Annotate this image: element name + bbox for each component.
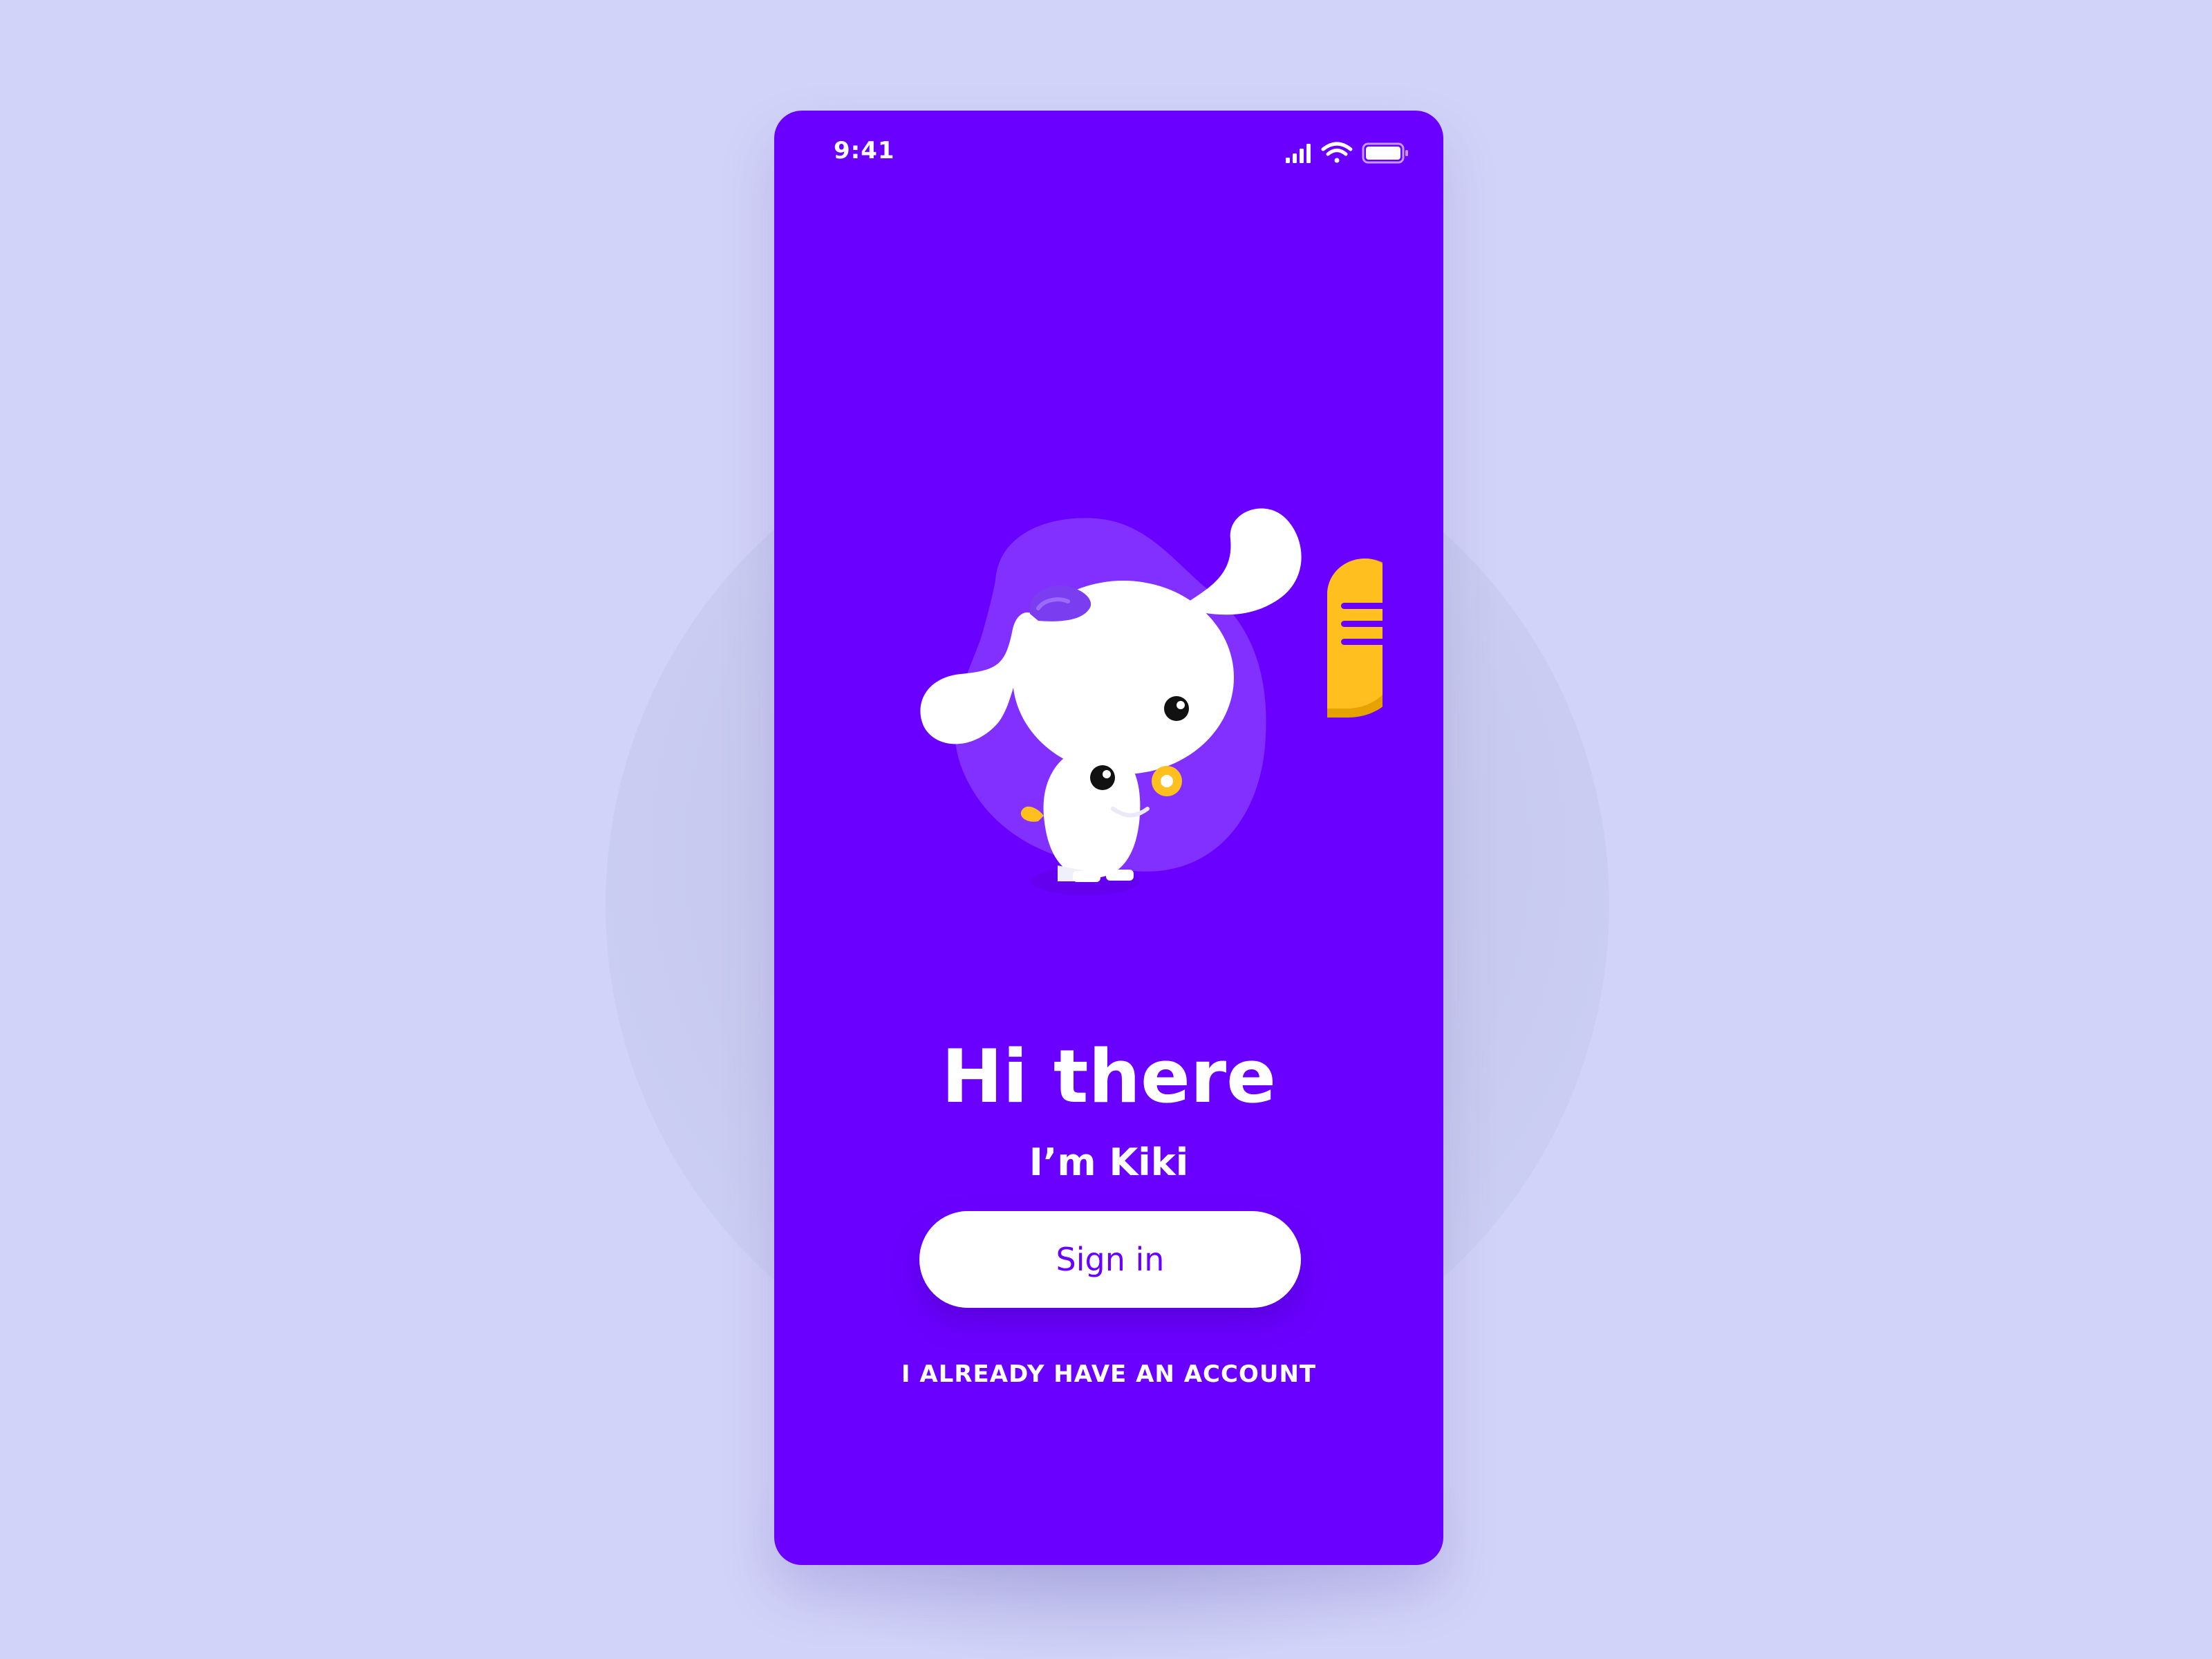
battery-icon (1362, 142, 1408, 164)
welcome-title: Hi there (941, 1034, 1277, 1119)
sign-in-label: Sign in (1056, 1241, 1165, 1278)
wifi-icon (1321, 142, 1353, 163)
status-icons (1284, 141, 1416, 166)
speech-bubble-icon (1327, 559, 1407, 718)
welcome-subtitle: I’m Kiki (1029, 1141, 1189, 1184)
kiki-eye-left (1090, 765, 1115, 790)
status-bar: 9:41 (774, 111, 1443, 194)
kiki-illustration (857, 401, 1407, 1009)
kiki-eye-right (1164, 696, 1189, 721)
kiki-right-ear (1182, 508, 1302, 615)
sign-in-button[interactable]: Sign in (919, 1211, 1301, 1308)
status-time: 9:41 (834, 137, 895, 165)
phone-screen: 9:41 Hi there I’m Kiki Sign in I ALREADY… (774, 111, 1443, 1565)
cellular-signal-icon (1286, 144, 1311, 163)
existing-account-link[interactable]: I ALREADY HAVE AN ACCOUNT (774, 1360, 1443, 1388)
